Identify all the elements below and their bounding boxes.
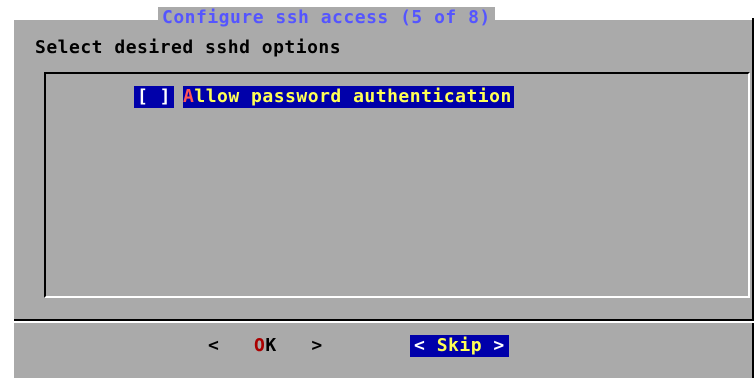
option-label[interactable]: Allow password authentication <box>183 86 514 108</box>
options-listbox: [ ] Allow password authentication <box>44 72 750 298</box>
dialog-title: Configure ssh access (5 of 8) <box>158 7 495 29</box>
dialog-prompt: Select desired sshd options <box>35 37 342 58</box>
ok-button-left-bracket: < <box>208 335 220 356</box>
option-label-text: llow password authentication <box>194 86 512 107</box>
option-allow-password-authentication[interactable]: [ ] Allow password authentication <box>134 86 514 108</box>
skip-button-right-bracket: > <box>493 335 505 356</box>
option-checkbox[interactable]: [ ] <box>134 86 175 108</box>
ok-button[interactable]: < OK > <box>208 335 323 357</box>
skip-button-label: Skip <box>436 335 483 356</box>
button-separator <box>14 321 754 323</box>
ok-button-hotkey: O <box>254 335 266 356</box>
option-hotkey: A <box>183 86 195 107</box>
ok-button-label: K <box>265 335 277 356</box>
skip-button[interactable]: < Skip > <box>410 335 509 357</box>
skip-button-left-bracket: < <box>414 335 426 356</box>
ok-button-right-bracket: > <box>311 335 323 356</box>
